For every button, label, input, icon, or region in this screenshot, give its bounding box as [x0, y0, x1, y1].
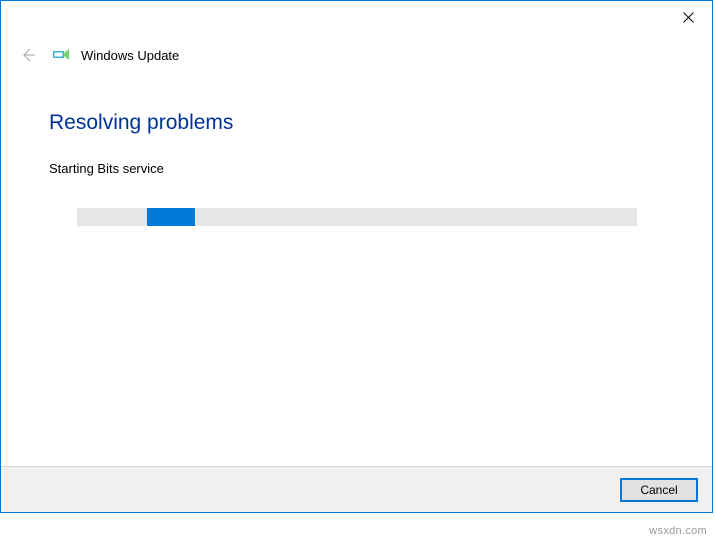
- troubleshooter-window: Windows Update Resolving problems Starti…: [0, 0, 713, 513]
- progress-bar-track: [77, 208, 637, 226]
- troubleshooter-icon: [51, 45, 71, 65]
- cancel-button[interactable]: Cancel: [620, 478, 698, 502]
- back-button[interactable]: [19, 46, 37, 64]
- back-arrow-icon: [20, 47, 36, 63]
- footer: Cancel: [1, 466, 712, 512]
- titlebar: [1, 1, 712, 33]
- progress-bar-indicator: [147, 208, 195, 226]
- close-icon: [683, 12, 694, 23]
- close-button[interactable]: [678, 7, 698, 27]
- main-heading: Resolving problems: [49, 111, 664, 135]
- status-text: Starting Bits service: [49, 161, 664, 176]
- header: Windows Update: [1, 33, 712, 65]
- watermark: wsxdn.com: [649, 525, 707, 537]
- header-title: Windows Update: [81, 48, 179, 63]
- content-area: Resolving problems Starting Bits service: [1, 65, 712, 466]
